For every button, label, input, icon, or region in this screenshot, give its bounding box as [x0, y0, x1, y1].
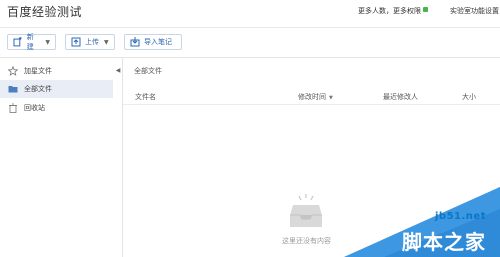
watermark-url: jb51.net — [435, 211, 486, 222]
sidebar-item-label: 回收站 — [24, 104, 45, 112]
import-icon — [130, 37, 140, 47]
lab-settings-link[interactable]: 实验室功能设置 — [450, 6, 499, 16]
upload-button[interactable]: 上传 ▼ — [65, 34, 115, 50]
app-title: 百度经验测试 — [7, 5, 83, 19]
sidebar: 加星文件 全部文件 回收站 ◀ — [0, 58, 123, 257]
column-header-modified[interactable]: 修改时间 ▼ — [298, 92, 333, 102]
sidebar-item-trash[interactable]: 回收站 — [0, 99, 113, 117]
empty-state-text: 这里还没有内容 — [282, 237, 331, 245]
new-file-icon — [13, 37, 22, 47]
column-header-size[interactable]: 大小 — [462, 92, 476, 102]
import-notes-button[interactable]: 导入笔记 — [124, 34, 182, 50]
more-users-link[interactable]: 更多人数，更多权限 — [358, 6, 428, 16]
watermark-name: 脚本之家 — [402, 230, 486, 254]
upload-icon — [71, 37, 81, 47]
collapse-sidebar-button[interactable]: ◀ — [113, 61, 123, 79]
column-header-name[interactable]: 文件名 — [135, 92, 156, 102]
upload-button-label: 上传 — [85, 38, 99, 46]
sidebar-item-all-files[interactable]: 全部文件 — [0, 80, 113, 98]
empty-inbox-icon — [290, 194, 322, 227]
new-badge-icon — [423, 6, 428, 12]
new-button-label: 新建 — [26, 33, 34, 51]
trash-icon — [9, 103, 17, 113]
top-bar: 百度经验测试 更多人数，更多权限 实验室功能设置 — [0, 0, 500, 28]
more-users-label: 更多人数，更多权限 — [358, 7, 421, 15]
star-icon — [8, 66, 18, 76]
file-table-header: 文件名 修改时间 ▼ 最近修改人 大小 — [123, 87, 500, 105]
column-header-modifier[interactable]: 最近修改人 — [383, 92, 418, 102]
sort-down-icon: ▼ — [329, 95, 333, 101]
column-header-label: 修改时间 — [298, 93, 326, 101]
import-notes-label: 导入笔记 — [144, 38, 172, 46]
chevron-left-icon: ◀ — [115, 66, 121, 74]
chevron-down-icon: ▼ — [45, 38, 50, 46]
sidebar-item-label: 加星文件 — [24, 67, 52, 75]
chevron-down-icon: ▼ — [104, 38, 109, 46]
folder-icon — [8, 86, 18, 93]
sidebar-item-starred[interactable]: 加星文件 — [0, 62, 113, 80]
toolbar: 新建 ▼ 上传 ▼ 导入笔记 — [0, 28, 500, 58]
sidebar-item-label: 全部文件 — [24, 85, 52, 93]
new-button[interactable]: 新建 ▼ — [7, 33, 56, 51]
breadcrumb[interactable]: 全部文件 — [134, 66, 162, 76]
